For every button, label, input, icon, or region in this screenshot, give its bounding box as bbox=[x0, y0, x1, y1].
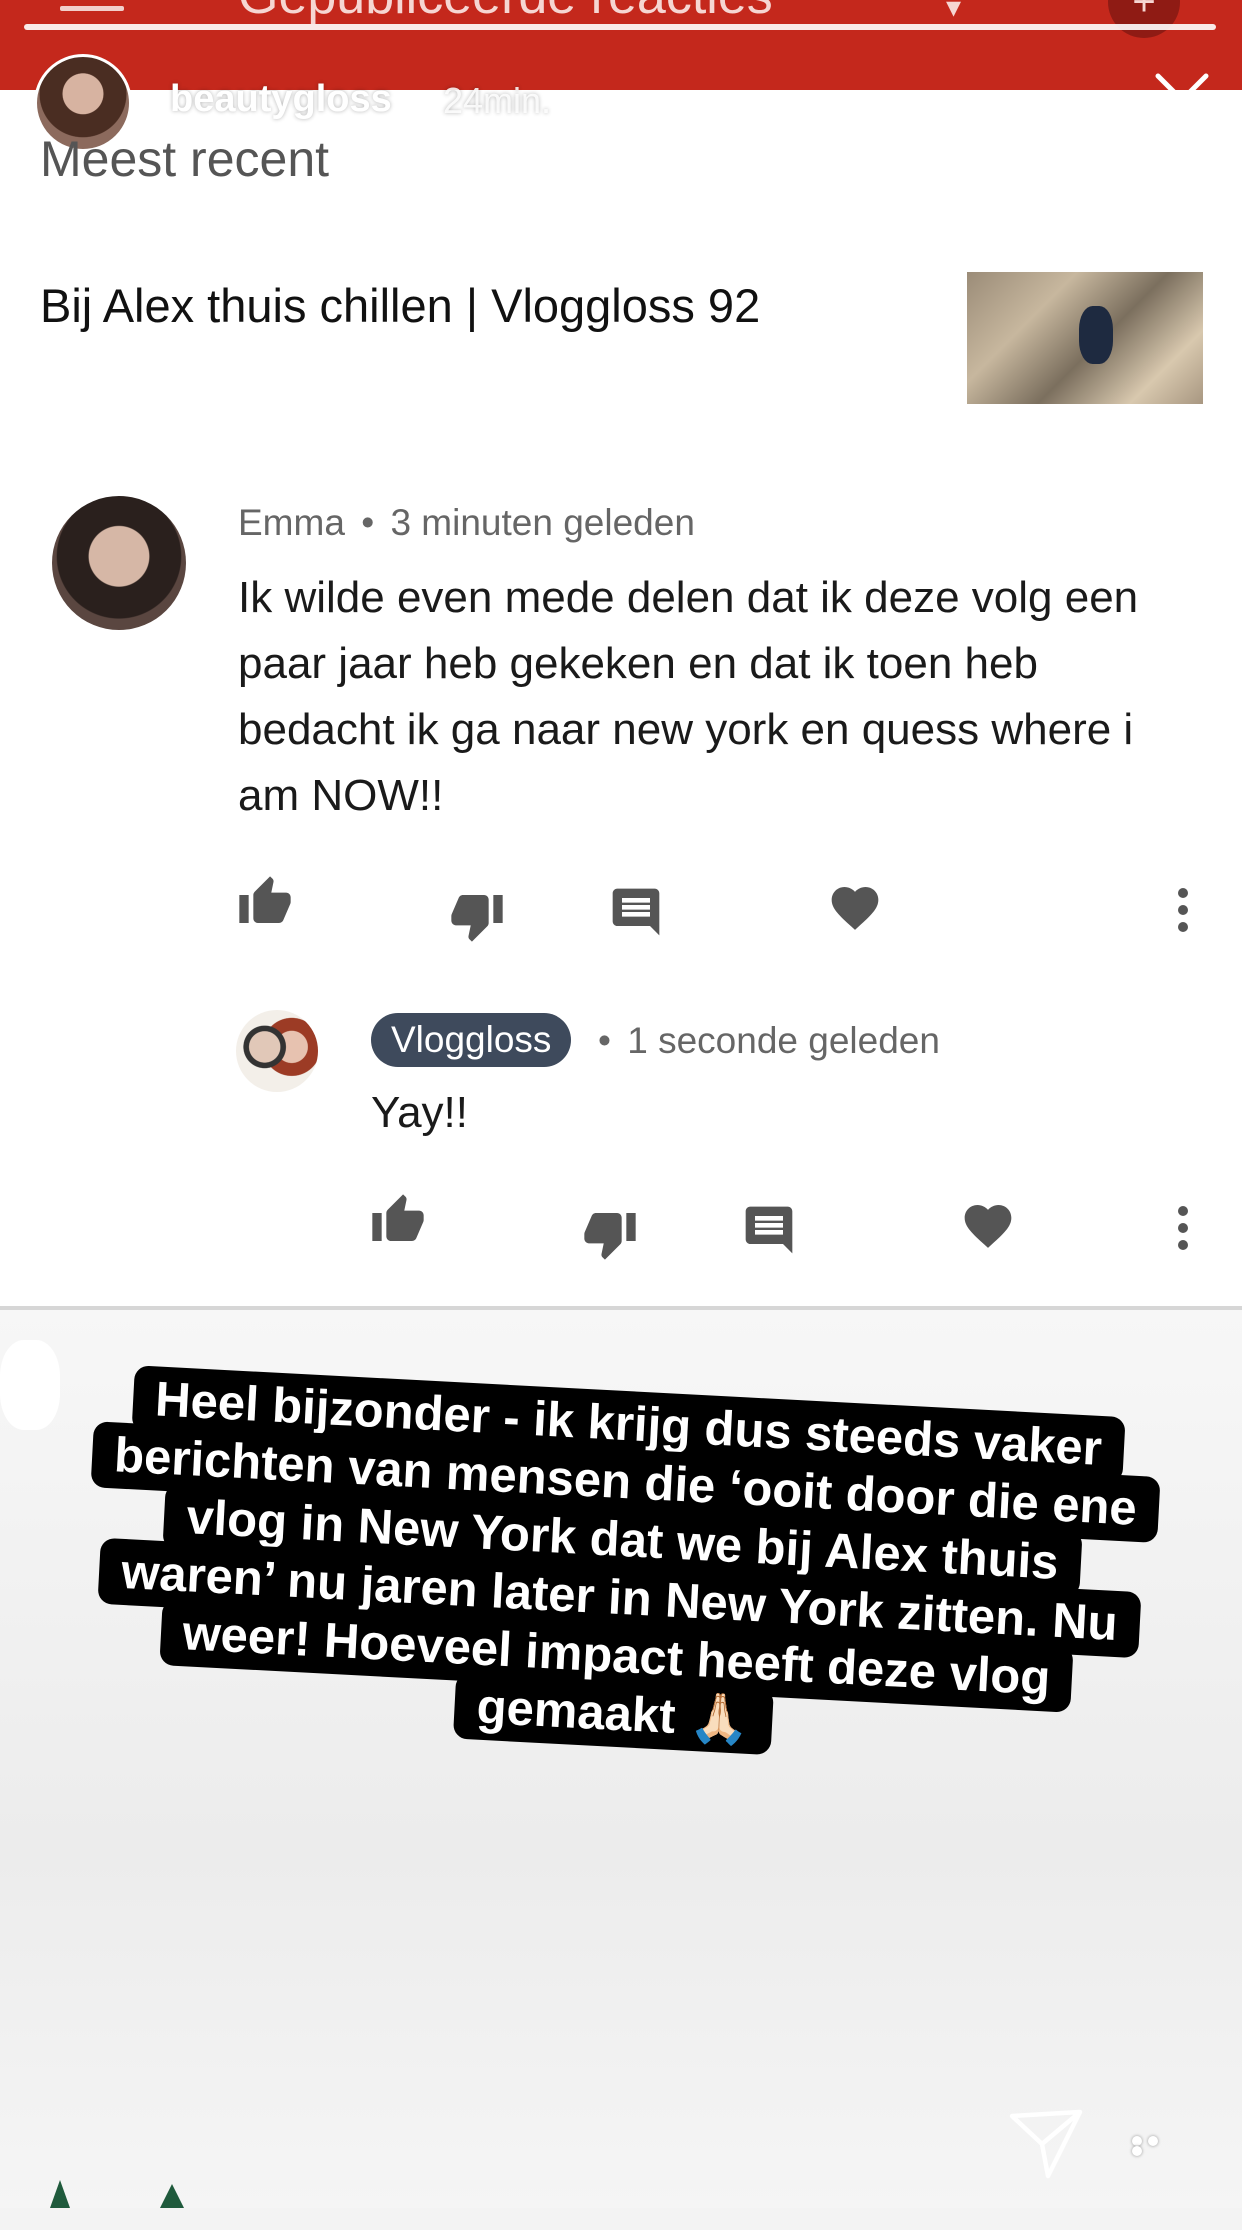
comment-meta: Emma • 3 minuten geleden bbox=[238, 502, 695, 544]
reply-icon[interactable] bbox=[608, 884, 664, 940]
meta-separator: • bbox=[598, 1020, 611, 1061]
dislike-icon[interactable] bbox=[582, 1206, 638, 1262]
story-progress-bar bbox=[24, 24, 1216, 30]
more-vert-icon[interactable] bbox=[1176, 888, 1190, 938]
chevron-down-icon[interactable]: ▾ bbox=[946, 0, 961, 25]
sort-label[interactable]: Meest recent bbox=[40, 130, 329, 188]
story-caption: Heel bijzonder - ik krijg dus steeds vak… bbox=[0, 1363, 1242, 1776]
menu-icon[interactable] bbox=[60, 0, 124, 16]
comment-text: Ik wilde even mede delen dat ik deze vol… bbox=[238, 573, 1139, 820]
story-username[interactable]: beautygloss bbox=[170, 78, 392, 121]
reply-meta: • 1 seconde geleden bbox=[598, 1020, 940, 1062]
reply-avatar[interactable] bbox=[236, 1010, 318, 1092]
video-thumbnail[interactable] bbox=[967, 272, 1203, 404]
add-button[interactable]: + bbox=[1108, 0, 1180, 38]
youtube-header: Gepubliceerde reacties ▾ + bbox=[0, 0, 1242, 90]
heart-icon[interactable] bbox=[960, 1198, 1016, 1254]
close-icon[interactable] bbox=[1152, 70, 1212, 130]
reply-time: 1 seconde geleden bbox=[627, 1020, 940, 1061]
commenter-avatar[interactable] bbox=[52, 496, 186, 630]
heart-icon[interactable] bbox=[827, 880, 883, 936]
more-vert-icon[interactable] bbox=[1176, 1206, 1190, 1256]
like-icon[interactable] bbox=[237, 874, 293, 930]
story-time: 24min. bbox=[443, 80, 552, 121]
video-title[interactable]: Bij Alex thuis chillen | Vloggloss 92 bbox=[40, 278, 760, 333]
like-icon[interactable] bbox=[370, 1192, 426, 1248]
header-title: Gepubliceerde reacties bbox=[238, 0, 773, 26]
reply-author-badge[interactable]: Vloggloss bbox=[371, 1013, 572, 1067]
reply-icon[interactable] bbox=[741, 1202, 797, 1258]
comment-author[interactable]: Emma bbox=[238, 502, 345, 543]
decoration bbox=[50, 2180, 184, 2208]
reply-text: Yay!! bbox=[371, 1088, 469, 1137]
comment-time: 3 minuten geleden bbox=[390, 502, 695, 543]
dislike-icon[interactable] bbox=[449, 888, 505, 944]
meta-separator: • bbox=[361, 502, 375, 543]
more-horiz-icon[interactable] bbox=[1132, 2136, 1178, 2156]
send-icon[interactable] bbox=[1008, 2106, 1084, 2182]
